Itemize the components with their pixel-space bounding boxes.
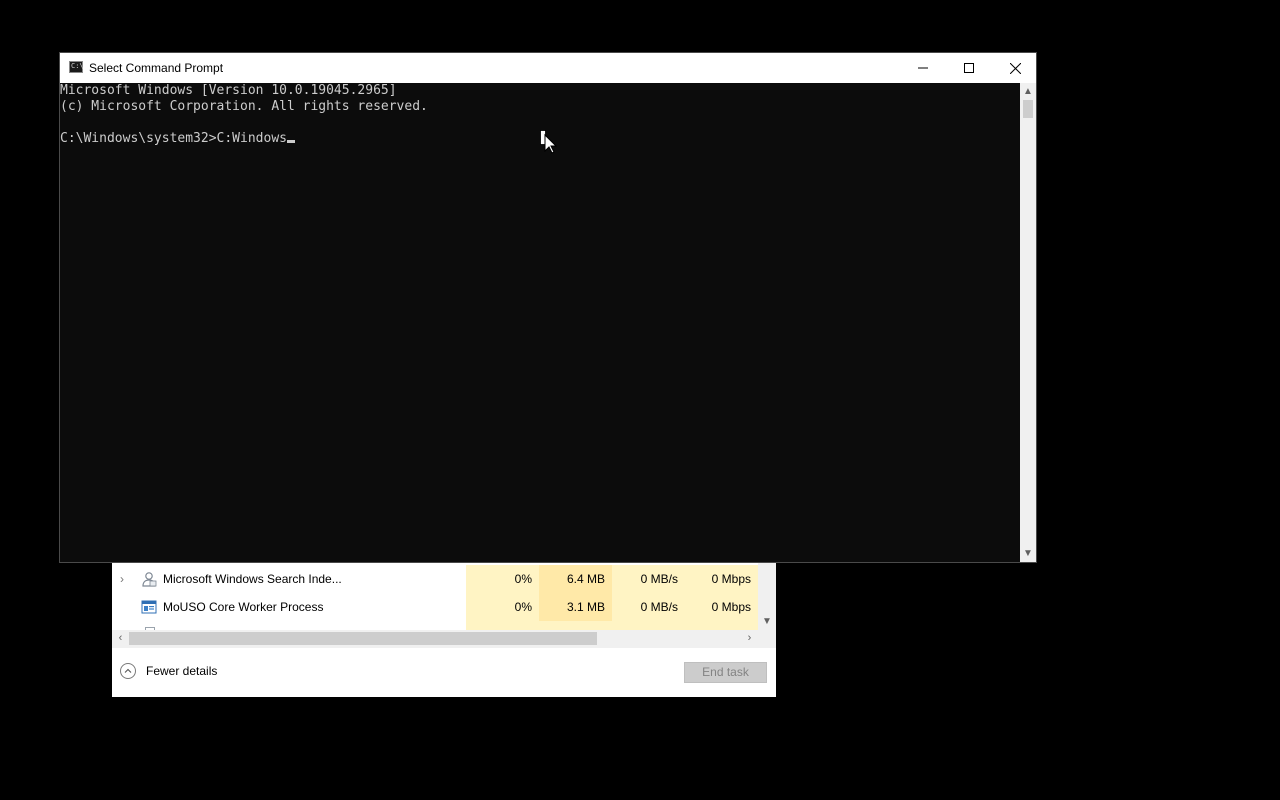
window-process-icon [141, 599, 157, 615]
scroll-left-arrow-icon[interactable]: ‹ [112, 630, 129, 647]
network-value: 0 Mbps [685, 593, 758, 621]
scroll-right-arrow-icon[interactable]: › [741, 630, 758, 647]
console-output[interactable]: Microsoft Windows [Version 10.0.19045.29… [60, 83, 1020, 562]
minimize-icon [918, 67, 928, 69]
maximize-button[interactable] [946, 53, 992, 83]
disk-value: 0 MB/s [612, 565, 685, 593]
cpu-value: 0% [466, 593, 539, 621]
memory-value: 6.4 MB [539, 565, 612, 593]
mouse-pointer-icon [540, 130, 558, 154]
horizontal-scroll-thumb[interactable] [129, 632, 597, 645]
console-prompt-line[interactable]: C:\Windows\system32>C:Windows [60, 131, 295, 147]
window-title: Select Command Prompt [89, 61, 224, 75]
text-cursor [286, 140, 295, 143]
disk-value: 0 MB/s [612, 593, 685, 621]
console-line: (c) Microsoft Corporation. All rights re… [60, 99, 428, 114]
process-list-horizontal-scrollbar[interactable]: ‹ › [112, 630, 758, 647]
task-manager-window: › Microsoft Windows Search Inde... 0% 6.… [112, 563, 776, 697]
task-manager-footer: Fewer details End task [112, 647, 776, 697]
vertical-scroll-thumb[interactable] [1023, 100, 1033, 118]
chevron-up-circle-icon[interactable] [120, 663, 136, 679]
process-row[interactable]: MoUSO Core Worker Process 0% 3.1 MB 0 MB… [112, 593, 758, 621]
maximize-icon [964, 63, 974, 73]
network-value: 0 Mbps [685, 565, 758, 593]
scrollbar-corner [758, 630, 776, 647]
close-button[interactable] [992, 53, 1038, 83]
close-icon [1009, 62, 1021, 74]
process-name: MoUSO Core Worker Process [163, 600, 324, 614]
title-bar[interactable]: C:\ Select Command Prompt [60, 53, 1036, 83]
command-prompt-icon[interactable]: C:\ [69, 61, 84, 73]
scroll-down-arrow-icon[interactable]: ▼ [758, 614, 776, 630]
cpu-value: 0% [466, 565, 539, 593]
user-process-icon [141, 571, 157, 587]
console-prompt-text: C:\Windows\system32>C:Windows [60, 131, 287, 146]
memory-value: 3.1 MB [539, 593, 612, 621]
console-line: Microsoft Windows [Version 10.0.19045.29… [60, 83, 397, 98]
process-list-vertical-scrollbar[interactable]: ▼ [758, 563, 776, 630]
command-prompt-window[interactable]: C:\ Select Command Prompt Microsoft Wind… [59, 52, 1037, 563]
process-row[interactable]: › Microsoft Windows Search Inde... 0% 6.… [112, 565, 758, 593]
console-vertical-scrollbar[interactable]: ▲ ▼ [1020, 83, 1036, 562]
desktop: › Microsoft Windows Search Inde... 0% 6.… [0, 0, 1280, 800]
scroll-down-arrow-icon[interactable]: ▼ [1020, 545, 1036, 562]
command-prompt-icon-glyph: C:\ [71, 62, 84, 70]
end-task-button[interactable]: End task [684, 662, 767, 683]
fewer-details-link[interactable]: Fewer details [146, 663, 217, 679]
minimize-button[interactable] [900, 53, 946, 83]
partial-process-row [466, 621, 758, 630]
expand-chevron-icon[interactable]: › [120, 572, 130, 586]
process-name: Microsoft Windows Search Inde... [163, 572, 342, 586]
scroll-up-arrow-icon[interactable]: ▲ [1020, 83, 1036, 100]
